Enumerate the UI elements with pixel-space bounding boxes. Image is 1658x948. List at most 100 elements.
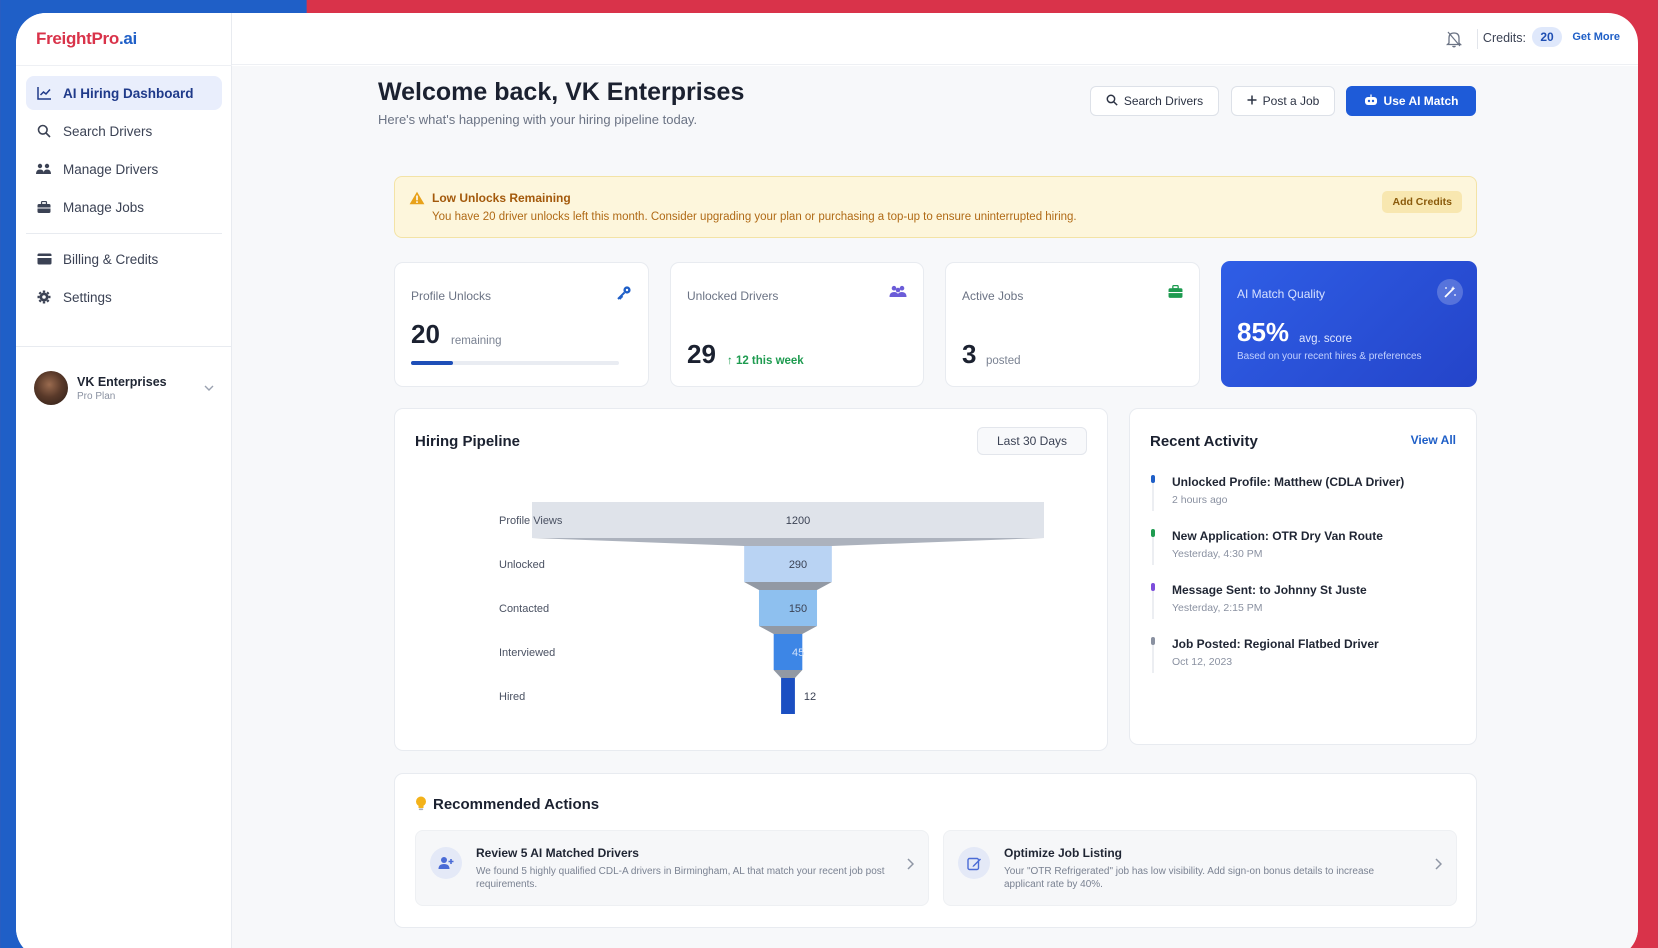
timeline-dot: [1151, 475, 1155, 483]
activity-item[interactable]: New Application: OTR Dry Van Route Yeste…: [1150, 529, 1440, 569]
topbar-divider: [1477, 29, 1478, 49]
chevron-right-icon: [907, 857, 915, 873]
chart-line-icon: [36, 85, 52, 101]
funnel-bar-hired[interactable]: [781, 678, 795, 714]
activity-title: Message Sent: to Johnny St Juste: [1172, 583, 1367, 597]
stat-note: Based on your recent hires & preferences: [1237, 351, 1422, 362]
activity-item[interactable]: Unlocked Profile: Matthew (CDLA Driver) …: [1150, 475, 1440, 515]
credits-label: Credits:: [1482, 31, 1526, 45]
bell-icon[interactable]: [1445, 30, 1463, 48]
activity-time: Oct 12, 2023: [1172, 656, 1233, 668]
stat-change: ↑ 12 this week: [727, 355, 804, 367]
progress-fill: [411, 361, 453, 365]
top-bar: Credits: 20 Get More: [232, 13, 1638, 65]
activity-title: Unlocked Profile: Matthew (CDLA Driver): [1172, 475, 1405, 489]
funnel-value-label: 290: [789, 559, 807, 571]
post-job-button[interactable]: Post a Job: [1231, 86, 1335, 116]
view-all-link[interactable]: View All: [1411, 433, 1456, 447]
stat-value: 85%: [1237, 317, 1290, 347]
get-more-link[interactable]: Get More: [1572, 31, 1620, 43]
stat-label: Unlocked Drivers: [687, 289, 779, 303]
activity-title: Job Posted: Regional Flatbed Driver: [1172, 637, 1379, 651]
panel-title: Recent Activity: [1150, 433, 1258, 450]
user-profile[interactable]: VK Enterprises Pro Plan: [34, 368, 214, 408]
recommendation-description: Your "OTR Refrigerated" job has low visi…: [1004, 866, 1375, 890]
sidebar-item-label: Manage Jobs: [63, 199, 145, 215]
stat-unit: remaining: [451, 335, 502, 347]
sidebar-item-manage-drivers[interactable]: Manage Drivers: [26, 152, 222, 186]
stat-value: 3: [962, 339, 977, 369]
robot-icon: [1364, 94, 1378, 109]
activity-item[interactable]: Message Sent: to Johnny St Juste Yesterd…: [1150, 583, 1440, 623]
button-label: Post a Job: [1262, 94, 1320, 108]
sidebar-item-label: Settings: [63, 289, 112, 305]
sidebar-item-label: Billing & Credits: [63, 251, 159, 267]
hiring-pipeline-card: Hiring Pipeline Last 30 Days Profile Vie…: [394, 408, 1108, 751]
low-unlocks-alert: Low Unlocks Remaining You have 20 driver…: [394, 176, 1477, 238]
funnel-category-label: Hired: [499, 691, 525, 703]
recommendation-optimize-listing[interactable]: Optimize Job Listing Your "OTR Refrigera…: [943, 830, 1457, 906]
stat-unit: posted: [986, 355, 1021, 367]
recommendation-title: Optimize Job Listing: [1004, 846, 1123, 860]
recommendation-description: We found 5 highly qualified CDL-A driver…: [476, 866, 885, 890]
funnel-value-label: 45: [792, 647, 804, 659]
sidebar-divider: [26, 233, 222, 234]
recommendation-title: Review 5 AI Matched Drivers: [476, 846, 639, 860]
timeline-dot: [1151, 637, 1155, 645]
funnel-value-label: 12: [804, 691, 816, 703]
sidebar-divider: [16, 65, 232, 66]
funnel-value-label: 1200: [786, 515, 810, 527]
page-subtitle: Here's what's happening with your hiring…: [378, 112, 698, 127]
sidebar-divider: [16, 346, 232, 347]
sidebar-item-settings[interactable]: Settings: [26, 280, 222, 314]
search-drivers-button[interactable]: Search Drivers: [1090, 86, 1219, 116]
sidebar-item-label: Search Drivers: [63, 123, 153, 139]
avatar: [34, 371, 68, 405]
timeline-dot: [1151, 583, 1155, 591]
funnel-connector: [744, 582, 832, 590]
button-label: Use AI Match: [1383, 94, 1459, 108]
sidebar-item-label: Manage Drivers: [63, 161, 159, 177]
key-icon: [616, 285, 632, 306]
activity-item[interactable]: Job Posted: Regional Flatbed Driver Oct …: [1150, 637, 1440, 677]
search-icon: [36, 123, 52, 139]
sidebar-item-label: AI Hiring Dashboard: [63, 85, 194, 101]
search-icon: [1106, 94, 1118, 109]
stat-card-ai-match-quality: AI Match Quality 85% avg. score Based on…: [1221, 261, 1477, 387]
sidebar: FreightPro.ai AI Hiring Dashboard Search…: [16, 13, 232, 948]
brand-name: FreightPro: [36, 29, 119, 48]
activity-time: 2 hours ago: [1172, 494, 1228, 506]
stat-label: Profile Unlocks: [411, 289, 492, 303]
stat-card-profile-unlocks: Profile Unlocks 20 remaining: [394, 262, 649, 387]
panel-title: Recommended Actions: [433, 796, 600, 813]
chevron-right-icon: [1435, 857, 1443, 873]
funnel-category-label: Interviewed: [499, 647, 555, 659]
sidebar-item-search-drivers[interactable]: Search Drivers: [26, 114, 222, 148]
edit-icon: [958, 847, 990, 879]
funnel-category-label: Profile Views: [499, 515, 563, 527]
add-credits-button[interactable]: Add Credits: [1382, 191, 1462, 213]
credit-card-icon: [36, 251, 52, 267]
chevron-down-icon[interactable]: [204, 383, 214, 394]
funnel-connector: [532, 538, 1044, 546]
timeline-dot: [1151, 529, 1155, 537]
stat-card-active-jobs: Active Jobs 3 posted: [945, 262, 1200, 387]
briefcase-icon: [36, 199, 52, 215]
funnel-category-label: Unlocked: [499, 559, 545, 571]
sidebar-item-ai-hiring-dashboard[interactable]: AI Hiring Dashboard: [26, 76, 222, 110]
stat-label: AI Match Quality: [1237, 287, 1326, 301]
magic-wand-icon: [1437, 279, 1463, 305]
use-ai-match-button[interactable]: Use AI Match: [1346, 86, 1476, 116]
brand-logo[interactable]: FreightPro.ai: [36, 29, 137, 49]
funnel-value-label: 150: [789, 603, 807, 615]
sidebar-item-billing-credits[interactable]: Billing & Credits: [26, 242, 222, 276]
users-icon: [36, 161, 52, 177]
credits-badge: 20: [1532, 27, 1562, 47]
stat-value: 20: [411, 319, 440, 349]
recommendation-review-drivers[interactable]: Review 5 AI Matched Drivers We found 5 h…: [415, 830, 929, 906]
stat-label: Active Jobs: [962, 289, 1024, 303]
funnel-category-label: Contacted: [499, 603, 549, 615]
lightbulb-icon: [415, 796, 427, 817]
alert-message: You have 20 driver unlocks left this mon…: [432, 211, 1077, 223]
sidebar-item-manage-jobs[interactable]: Manage Jobs: [26, 190, 222, 224]
